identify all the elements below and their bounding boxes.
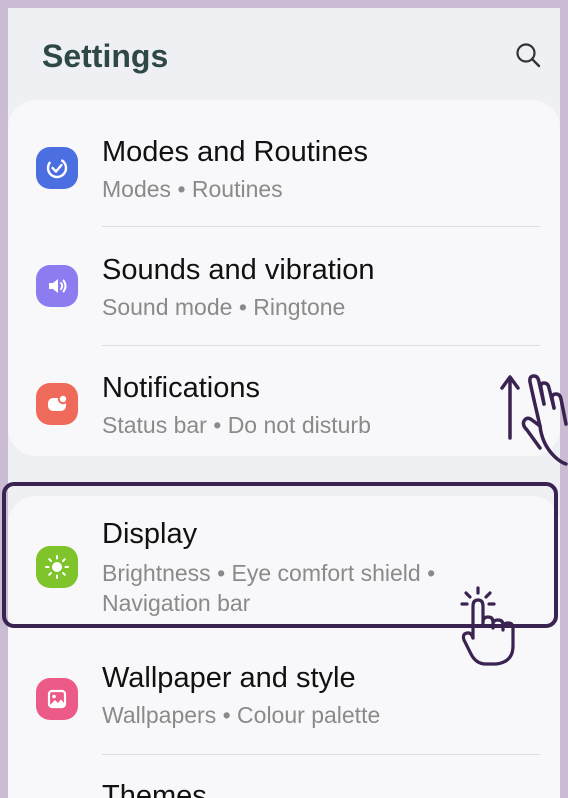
settings-item-label: Sounds and vibration: [102, 254, 375, 286]
settings-item-themes[interactable]: Themes: [8, 766, 560, 798]
divider: [102, 345, 540, 346]
settings-item-wallpaper-style[interactable]: Wallpaper and style Wallpapers • Colour …: [8, 654, 560, 754]
settings-item-subtitle: Brightness • Eye comfort shield •: [102, 560, 436, 586]
settings-screen: Settings Modes and Routines Modes • Rout…: [8, 8, 560, 798]
search-icon: [516, 43, 541, 68]
settings-item-subtitle: Status bar • Do not disturb: [102, 412, 371, 438]
settings-item-label: Wallpaper and style: [102, 662, 356, 694]
settings-item-subtitle: Modes • Routines: [102, 176, 283, 202]
settings-item-subtitle: Wallpapers • Colour palette: [102, 702, 381, 728]
tap-hand-icon: [460, 586, 515, 666]
search-button[interactable]: [511, 38, 545, 72]
settings-header: Settings: [8, 8, 560, 104]
image-icon: [36, 678, 78, 720]
settings-card-top: Modes and Routines Modes • Routines Soun…: [8, 100, 560, 456]
divider: [102, 754, 540, 755]
settings-item-label: Display: [102, 518, 198, 550]
settings-item-subtitle-line2: Navigation bar: [102, 590, 251, 616]
page-title: Settings: [42, 38, 169, 74]
settings-item-label: Notifications: [102, 372, 260, 404]
notification-icon: [36, 383, 78, 425]
settings-item-notifications[interactable]: Notifications Status bar • Do not distur…: [8, 360, 560, 456]
settings-item-label: Themes: [102, 780, 207, 798]
settings-item-sounds-vibration[interactable]: Sounds and vibration Sound mode • Ringto…: [8, 242, 560, 338]
speaker-icon: [36, 265, 78, 307]
check-circle-icon: [36, 147, 78, 189]
swipe-up-hand-icon: [500, 374, 568, 466]
sun-icon: [36, 546, 78, 588]
divider: [102, 226, 540, 227]
settings-item-label: Modes and Routines: [102, 136, 368, 168]
settings-item-modes-routines[interactable]: Modes and Routines Modes • Routines: [8, 124, 560, 220]
settings-item-subtitle: Sound mode • Ringtone: [102, 294, 346, 320]
